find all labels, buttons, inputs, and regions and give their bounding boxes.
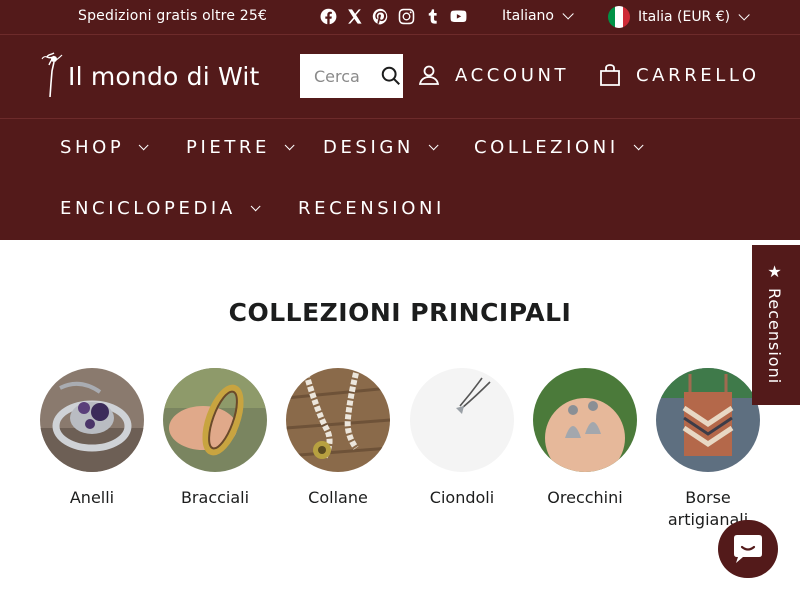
nav-item-pietre[interactable]: PIETRE: [186, 137, 295, 158]
currency-label: Italia (EUR €): [638, 9, 731, 25]
logo-wordmark: Il mondo di Wit: [68, 61, 260, 91]
chevron-down-icon: [284, 140, 295, 151]
social-links: [320, 8, 467, 25]
collection-label: Orecchini: [547, 488, 623, 507]
nav-item-label: SHOP: [60, 137, 125, 158]
collection-image: [163, 368, 267, 472]
collection-label: Bracciali: [180, 488, 250, 507]
nav-item-enciclopedia[interactable]: ENCICLOPEDIA: [60, 198, 261, 219]
chevron-down-icon: [562, 8, 574, 20]
chat-icon: [734, 535, 762, 563]
collection-image: [40, 368, 144, 472]
chevron-down-icon: [250, 201, 261, 212]
nav-item-shop[interactable]: SHOP: [60, 137, 149, 158]
site-logo[interactable]: Il mondo di Wit: [38, 49, 260, 103]
italy-flag-icon: [608, 6, 630, 28]
nav-item-label: PIETRE: [186, 137, 271, 158]
currency-selector[interactable]: Italia (EUR €): [608, 6, 750, 28]
collection-image: [533, 368, 637, 472]
collection-label: Ciondoli: [429, 488, 495, 507]
shopping-bag-icon: [600, 64, 620, 86]
language-label: Italiano: [502, 8, 554, 24]
collection-orecchini[interactable]: Orecchini: [533, 368, 637, 509]
site-header: Il mondo di Wit ACCOUNT CARRELLO: [0, 35, 800, 118]
collection-borse-artigianali[interactable]: Borse artigianali: [656, 368, 760, 531]
reviews-side-tab[interactable]: ★ Recensioni: [752, 245, 800, 405]
chevron-down-icon: [633, 140, 644, 151]
search-icon[interactable]: [380, 65, 402, 87]
collection-image: [410, 368, 514, 472]
tumblr-icon[interactable]: [424, 8, 441, 25]
chevron-down-icon: [738, 9, 750, 21]
x-icon[interactable]: [346, 8, 363, 25]
section-title: COLLEZIONI PRINCIPALI: [228, 298, 572, 327]
collection-label: Collane: [308, 488, 368, 507]
collection-collane[interactable]: Collane: [286, 368, 390, 509]
nav-item-collezioni[interactable]: COLLEZIONI: [474, 137, 644, 158]
free-shipping-promo: Spedizioni gratis oltre 25€: [78, 8, 268, 24]
chat-button[interactable]: [718, 520, 778, 578]
youtube-icon[interactable]: [450, 8, 467, 25]
user-icon: [418, 65, 440, 85]
nav-item-label: COLLEZIONI: [474, 137, 619, 158]
nav-item-design[interactable]: DESIGN: [323, 137, 439, 158]
nav-item-label: RECENSIONI: [298, 198, 445, 219]
collection-label: Anelli: [69, 488, 115, 507]
announcement-bar: Spedizioni gratis oltre 25€ Italiano Ita…: [0, 0, 800, 34]
instagram-icon[interactable]: [398, 8, 415, 25]
collection-bracciali[interactable]: Bracciali: [163, 368, 267, 509]
cart-label: CARRELLO: [636, 64, 760, 86]
main-navigation: SHOP PIETRE DESIGN COLLEZIONI ENCICLOPED…: [0, 119, 800, 240]
account-label: ACCOUNT: [455, 64, 570, 86]
nav-item-label: DESIGN: [323, 137, 414, 158]
facebook-icon[interactable]: [320, 8, 337, 25]
collection-ciondoli[interactable]: Ciondoli: [410, 368, 514, 509]
collection-image: [286, 368, 390, 472]
account-link[interactable]: ACCOUNT: [417, 63, 569, 87]
chevron-down-icon: [428, 140, 439, 151]
nav-item-label: ENCICLOPEDIA: [60, 198, 236, 219]
collection-anelli[interactable]: Anelli: [40, 368, 144, 509]
pinterest-icon[interactable]: [372, 8, 389, 25]
chevron-down-icon: [139, 140, 149, 151]
cart-link[interactable]: CARRELLO: [598, 63, 760, 87]
reviews-tab-label: Recensioni: [765, 288, 784, 385]
wit-logo-icon: [41, 52, 63, 98]
collection-image: [656, 368, 760, 472]
search-input[interactable]: [314, 66, 384, 86]
language-selector[interactable]: Italiano: [502, 8, 574, 24]
star-icon: ★: [765, 262, 784, 282]
nav-item-recensioni[interactable]: RECENSIONI: [298, 198, 445, 219]
search-box: [300, 54, 403, 98]
